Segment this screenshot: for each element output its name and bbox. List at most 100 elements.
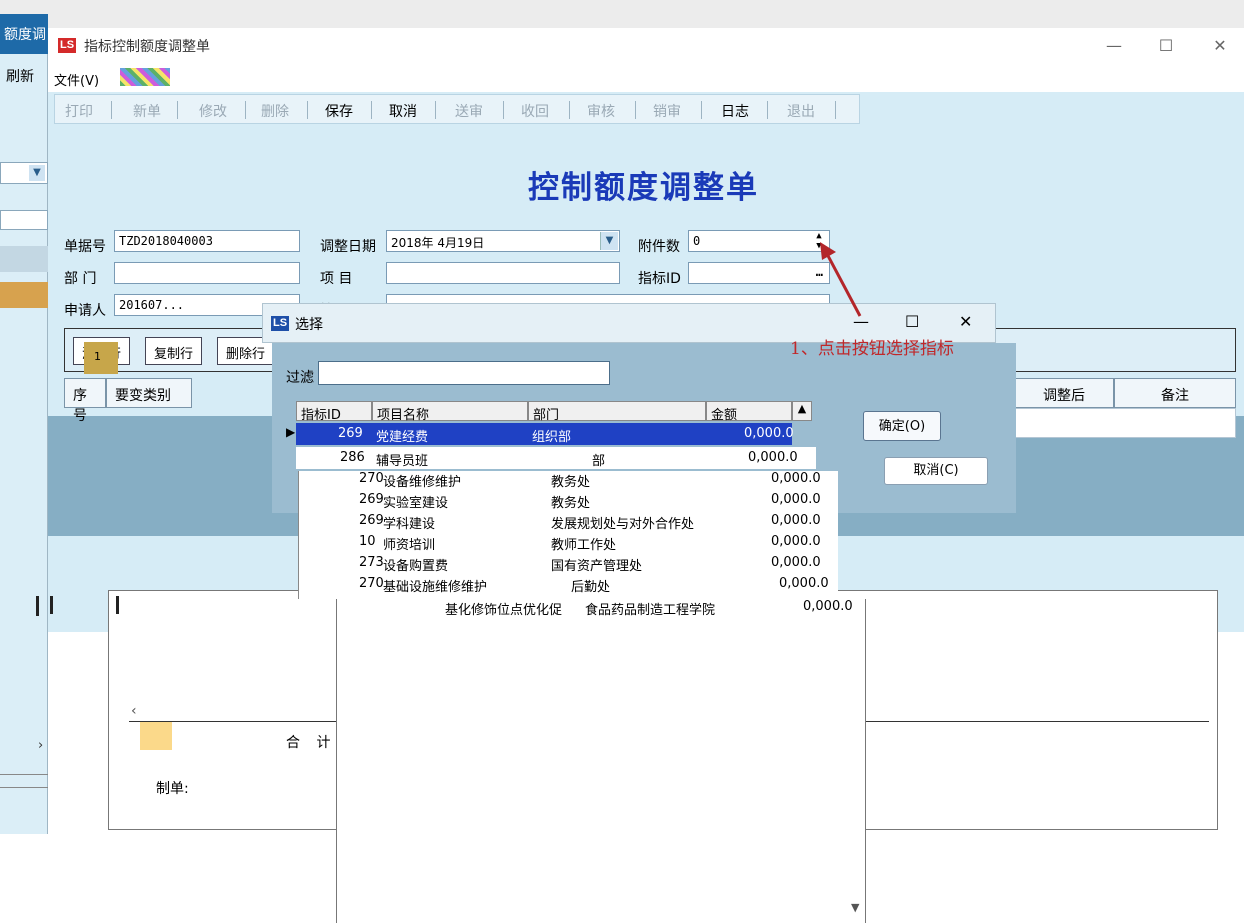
maximize-button[interactable]: ☐ bbox=[1146, 34, 1186, 58]
background-selected-row[interactable] bbox=[0, 282, 48, 308]
row-id: 269 bbox=[338, 426, 363, 441]
filter-label: 过滤 bbox=[286, 370, 314, 386]
calendar-dropdown-icon[interactable]: ▼ bbox=[600, 232, 618, 250]
row-id: 10 bbox=[359, 534, 376, 549]
background-select[interactable]: ▼ bbox=[0, 162, 48, 184]
row-number-cell[interactable]: 1 bbox=[84, 342, 118, 374]
menu-file[interactable]: 文件(V) bbox=[54, 70, 99, 89]
attach-field[interactable]: 0 ▲ ▼ bbox=[688, 230, 830, 252]
divider-line bbox=[116, 596, 119, 614]
annotation-arrow-icon bbox=[820, 242, 862, 317]
filter-input[interactable] bbox=[318, 361, 610, 385]
select-dialog: LS 选择 — ☐ ✕ 过滤 指标ID 项目名称 部门 金额 ▲ 269 党建经… bbox=[262, 303, 1016, 923]
dialog-cancel-button[interactable]: 取消(C) bbox=[884, 457, 988, 485]
background-input[interactable] bbox=[0, 210, 48, 230]
toolbar-separator bbox=[503, 101, 504, 119]
scroll-down-icon[interactable]: ▼ bbox=[851, 901, 859, 914]
chevron-down-icon[interactable]: ▼ bbox=[29, 165, 45, 181]
form-title: 控制额度调整单 bbox=[528, 170, 759, 206]
row-dept: 发展规划处与对外合作处 bbox=[551, 517, 695, 532]
exit-button[interactable]: 退出 bbox=[787, 101, 815, 121]
row-id: 270 bbox=[359, 576, 384, 591]
col-after-header: 调整后 bbox=[1014, 378, 1114, 408]
unreview-button[interactable]: 销审 bbox=[653, 101, 681, 121]
row-id: 269 bbox=[359, 513, 384, 528]
close-button[interactable]: ✕ bbox=[1200, 34, 1240, 58]
date-label: 调整日期 bbox=[320, 239, 376, 255]
row-name: 学科建设 bbox=[383, 517, 436, 532]
menu-bar: 文件(V) bbox=[48, 64, 1244, 92]
edit-button[interactable]: 修改 bbox=[199, 101, 227, 121]
dialog-close-button[interactable]: ✕ bbox=[959, 312, 972, 331]
maker-label: 制单: bbox=[156, 781, 189, 797]
toolbar-separator bbox=[835, 101, 836, 119]
project-field[interactable] bbox=[386, 262, 620, 284]
window-title: 指标控制额度调整单 bbox=[84, 39, 210, 55]
list-item[interactable]: 286 辅导员班 部 0,000.0 bbox=[296, 447, 816, 469]
row-dept: 国有资产管理处 bbox=[551, 559, 643, 574]
dialog-maximize-button[interactable]: ☐ bbox=[905, 312, 919, 331]
scroll-up-icon[interactable]: ▲ bbox=[792, 401, 812, 421]
row-amount: 0,000.0 bbox=[803, 599, 853, 614]
copy-row-button[interactable]: 复制行 bbox=[145, 337, 203, 365]
date-value: 2018年 4月19日 bbox=[391, 236, 485, 250]
submit-button[interactable]: 送审 bbox=[455, 101, 483, 121]
doc-no-label: 单据号 bbox=[64, 239, 106, 255]
row-name: 设备维修维护 bbox=[383, 475, 462, 490]
refresh-button[interactable]: 刷新 bbox=[0, 66, 34, 86]
dialog-logo-icon: LS bbox=[271, 316, 289, 331]
new-button[interactable]: 新单 bbox=[133, 101, 161, 121]
scroll-left-icon[interactable]: ‹ bbox=[131, 703, 137, 719]
attach-label: 附件数 bbox=[638, 239, 680, 255]
delete-button[interactable]: 删除 bbox=[261, 101, 289, 121]
row-dept: 部 bbox=[592, 454, 606, 469]
toolbar-separator bbox=[635, 101, 636, 119]
list-header-amount: 金额 bbox=[706, 401, 792, 423]
ok-button[interactable]: 确定(O) bbox=[863, 411, 941, 441]
row-id: 273 bbox=[359, 555, 384, 570]
log-button[interactable]: 日志 bbox=[721, 101, 749, 121]
row-dept: 食品药品制造工程学院 bbox=[585, 603, 716, 618]
recall-button[interactable]: 收回 bbox=[521, 101, 549, 121]
list-body: 270 设备维修维护 教务处 0,000.0 269 实验室建设 教务处 0,0… bbox=[298, 471, 838, 599]
row-pointer-icon: ▶ bbox=[286, 425, 296, 439]
row-amount: 0,000.0 bbox=[744, 426, 794, 441]
minimize-button[interactable]: — bbox=[1094, 34, 1134, 58]
cancel-button[interactable]: 取消 bbox=[389, 101, 417, 121]
background-tab[interactable]: 额度调 bbox=[0, 14, 48, 54]
menu-image-icon[interactable] bbox=[120, 68, 170, 86]
row-name: 辅导员班 bbox=[376, 454, 429, 469]
row-id: 270 bbox=[359, 471, 384, 486]
list-item-selected[interactable]: 269 党建经费 组织部 0,000.0 bbox=[296, 423, 794, 445]
table-row[interactable] bbox=[1014, 408, 1236, 438]
save-button[interactable]: 保存 bbox=[325, 101, 353, 121]
row-dept: 教师工作处 bbox=[551, 538, 617, 553]
toolbar-separator bbox=[371, 101, 372, 119]
total-cell bbox=[140, 722, 172, 750]
row-name: 实验室建设 bbox=[383, 496, 449, 511]
row-amount: 0,000.0 bbox=[771, 471, 821, 486]
review-button[interactable]: 审核 bbox=[587, 101, 615, 121]
print-button[interactable]: 打印 bbox=[65, 101, 93, 121]
index-id-field[interactable]: … bbox=[688, 262, 830, 284]
applicant-label: 申请人 bbox=[64, 303, 106, 319]
list-header-dept: 部门 bbox=[528, 401, 706, 423]
toolbar-separator bbox=[569, 101, 570, 119]
toolbar-separator bbox=[177, 101, 178, 119]
col-change-type-header: 要变类别 bbox=[106, 378, 192, 408]
toolbar-separator bbox=[307, 101, 308, 119]
date-field[interactable]: 2018年 4月19日 ▼ bbox=[386, 230, 620, 252]
background-band bbox=[0, 246, 48, 272]
row-amount: 0,000.0 bbox=[771, 513, 821, 528]
index-id-label: 指标ID bbox=[638, 271, 681, 287]
background-app-panel: 额度调 刷新 ▼ › bbox=[0, 14, 48, 834]
doc-no-field[interactable]: TZD2018040003 bbox=[114, 230, 300, 252]
list-header-id: 指标ID bbox=[296, 401, 372, 423]
row-name: 师资培训 bbox=[383, 538, 436, 553]
project-label: 项 目 bbox=[320, 271, 353, 287]
row-name: 党建经费 bbox=[376, 430, 429, 445]
chevron-right-icon[interactable]: › bbox=[38, 738, 43, 753]
dept-field[interactable] bbox=[114, 262, 300, 284]
list-header-name: 项目名称 bbox=[372, 401, 528, 423]
title-bar: LS 指标控制额度调整单 — ☐ ✕ bbox=[48, 28, 1244, 64]
